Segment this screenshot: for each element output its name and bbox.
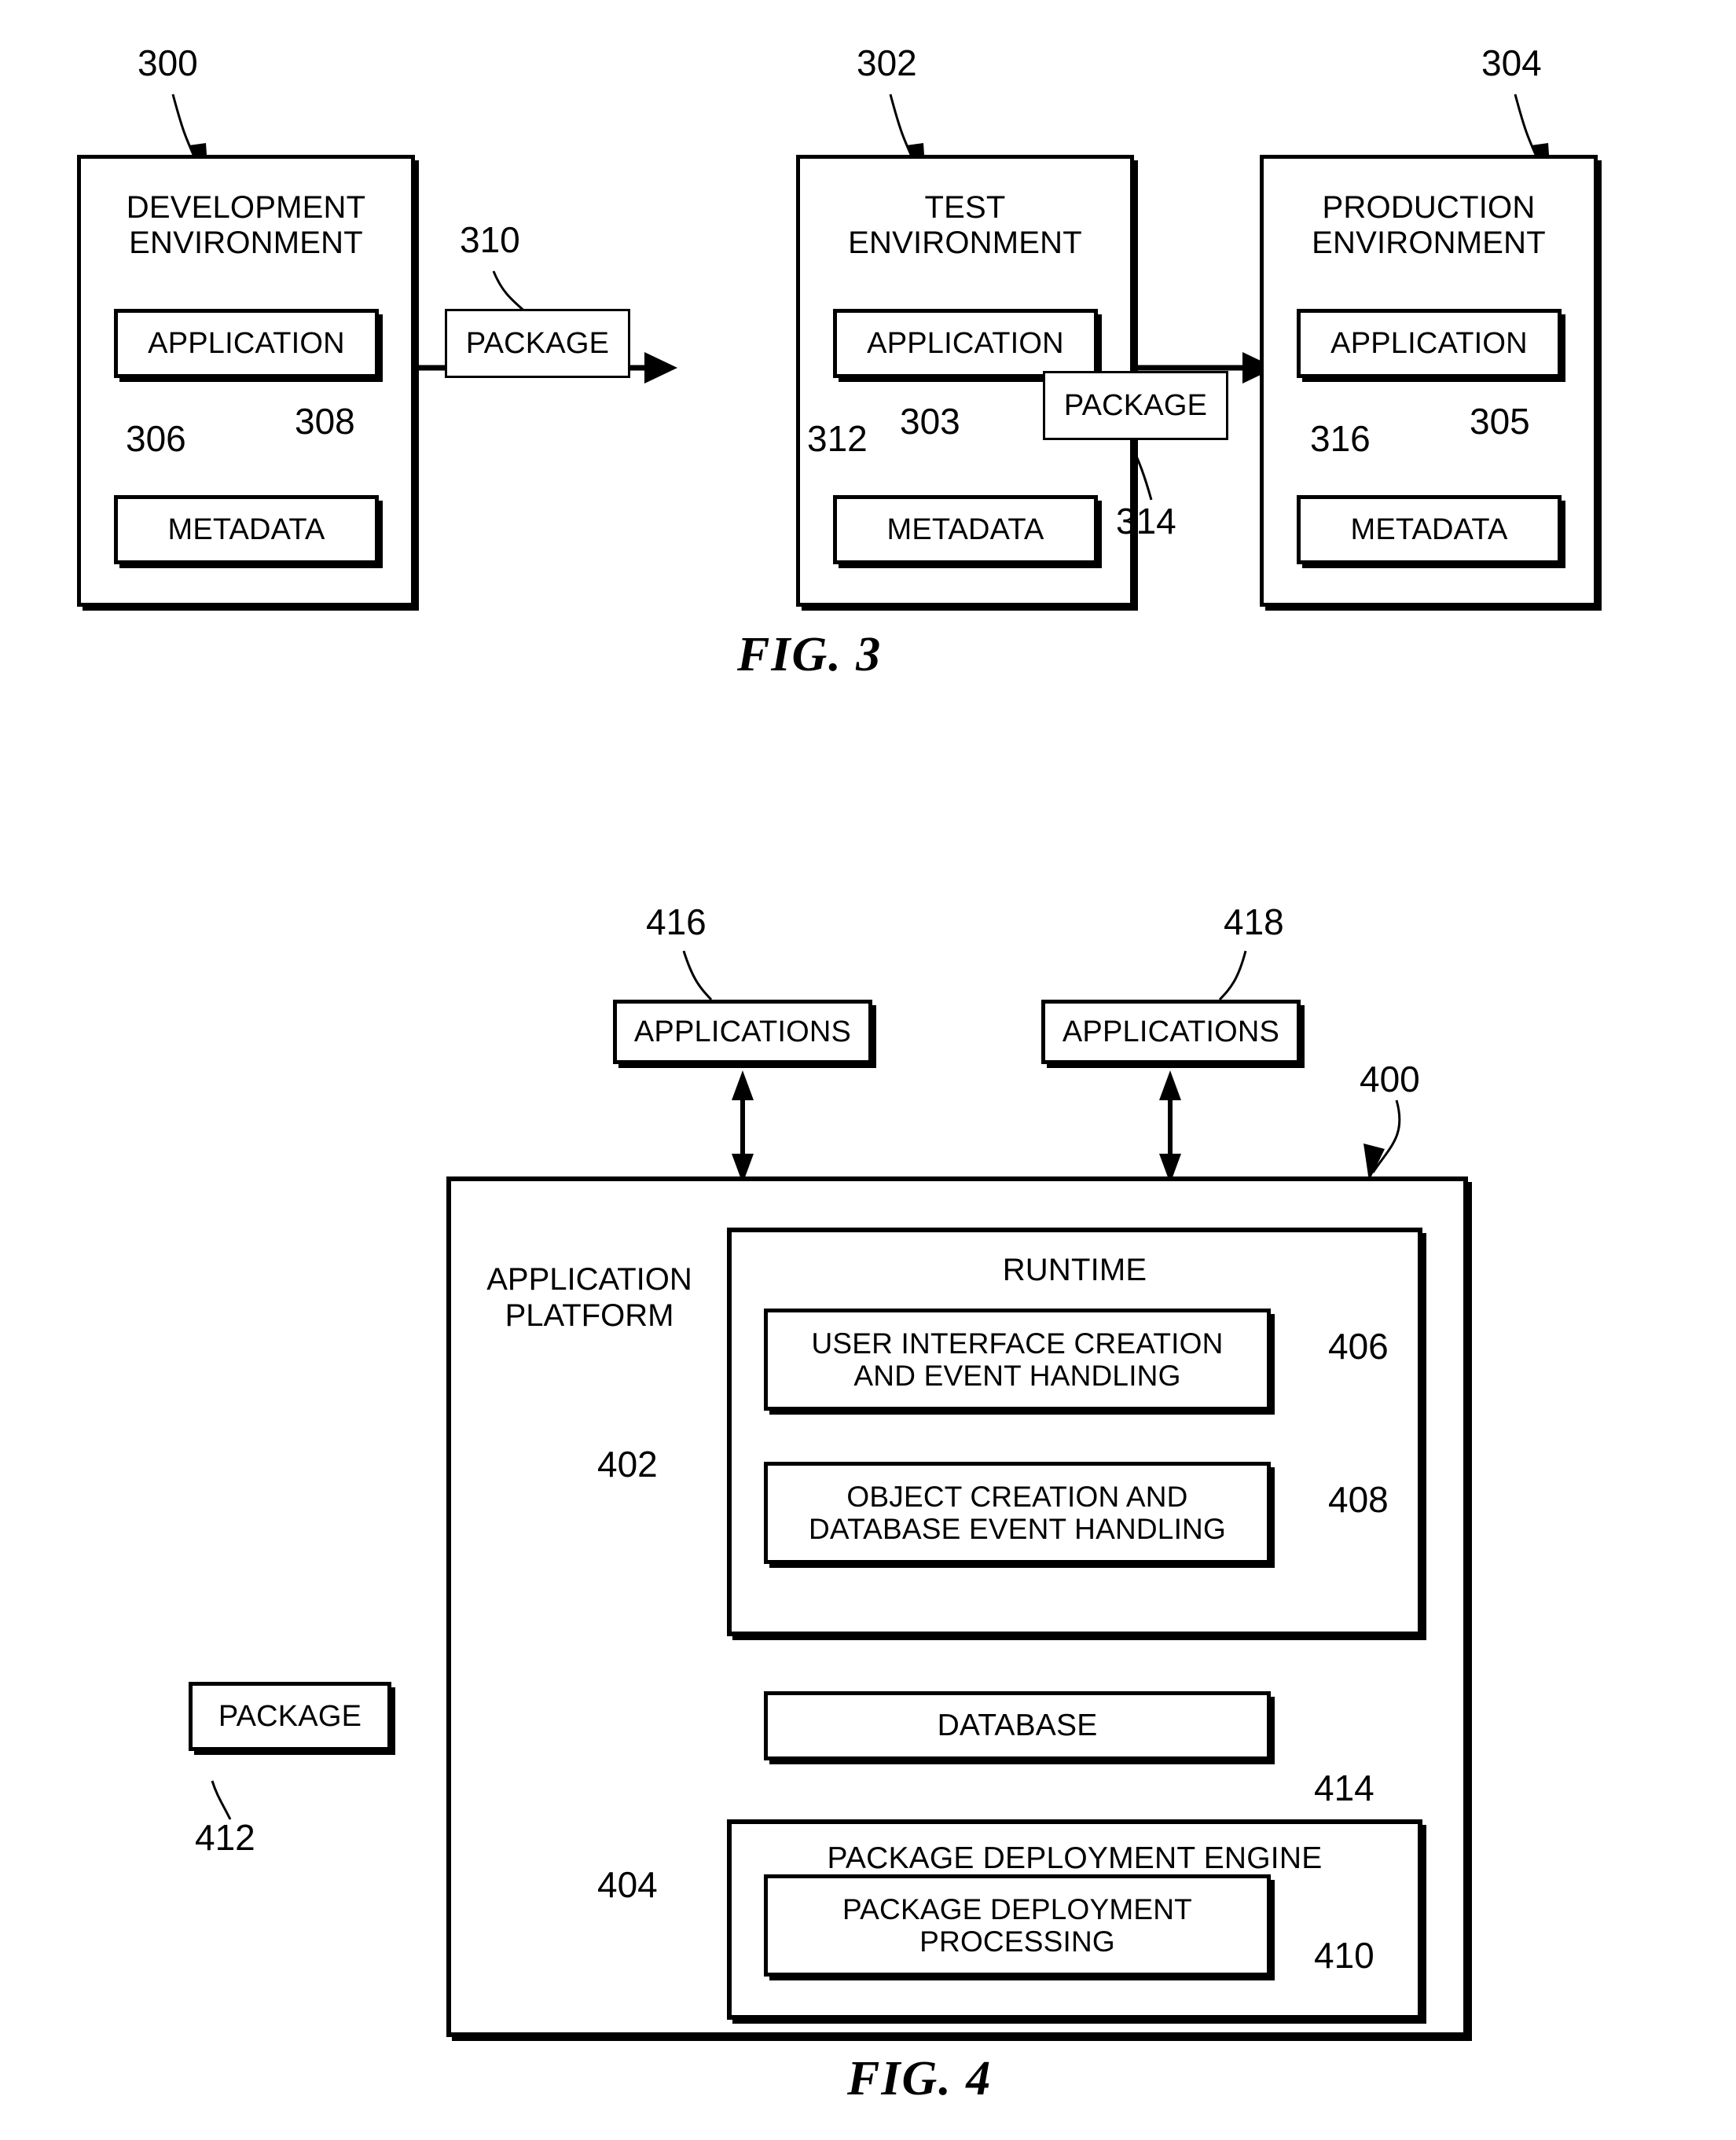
reference-numeral-400: 400 xyxy=(1360,1059,1420,1099)
applications-label-416: APPLICATIONS xyxy=(633,1015,852,1048)
package-deployment-processing-label: PACKAGE DEPLOYMENT PROCESSING xyxy=(842,1892,1192,1958)
reference-numeral-410: 410 xyxy=(1314,1935,1374,1976)
database-box: DATABASE xyxy=(764,1691,1271,1760)
external-package-label-412: PACKAGE xyxy=(218,1699,362,1733)
figure-caption-4: FIG. 4 xyxy=(847,2052,993,2105)
reference-numeral-416: 416 xyxy=(646,901,707,942)
reference-numeral-408: 408 xyxy=(1328,1479,1389,1520)
reference-numeral-404: 404 xyxy=(597,1864,658,1905)
applications-box-418: APPLICATIONS xyxy=(1041,1000,1301,1064)
reference-numeral-406: 406 xyxy=(1328,1326,1389,1367)
external-package-box-412: PACKAGE xyxy=(189,1682,391,1751)
package-deployment-processing-box: PACKAGE DEPLOYMENT PROCESSING xyxy=(764,1874,1271,1977)
reference-numeral-418: 418 xyxy=(1224,901,1284,942)
runtime-module-label-406: USER INTERFACE CREATION AND EVENT HANDLI… xyxy=(811,1327,1224,1392)
applications-box-416: APPLICATIONS xyxy=(613,1000,872,1064)
database-label: DATABASE xyxy=(937,1709,1098,1743)
runtime-title: RUNTIME xyxy=(1002,1253,1147,1287)
reference-numeral-402: 402 xyxy=(597,1444,658,1485)
reference-numeral-412: 412 xyxy=(195,1817,255,1858)
runtime-box: RUNTIME xyxy=(727,1228,1422,1636)
figure-4: APPLICATIONS APPLICATIONS APPLICATION PL… xyxy=(0,0,1736,2140)
runtime-module-label-408: OBJECT CREATION AND DATABASE EVENT HANDL… xyxy=(809,1480,1226,1545)
applications-label-418: APPLICATIONS xyxy=(1062,1015,1280,1048)
runtime-module-box-408: OBJECT CREATION AND DATABASE EVENT HANDL… xyxy=(764,1462,1271,1564)
runtime-module-box-406: USER INTERFACE CREATION AND EVENT HANDLI… xyxy=(764,1309,1271,1411)
reference-numeral-414: 414 xyxy=(1314,1767,1374,1808)
package-deployment-engine-title: PACKAGE DEPLOYMENT ENGINE xyxy=(827,1841,1323,1875)
application-platform-title: APPLICATION PLATFORM xyxy=(486,1262,692,1333)
